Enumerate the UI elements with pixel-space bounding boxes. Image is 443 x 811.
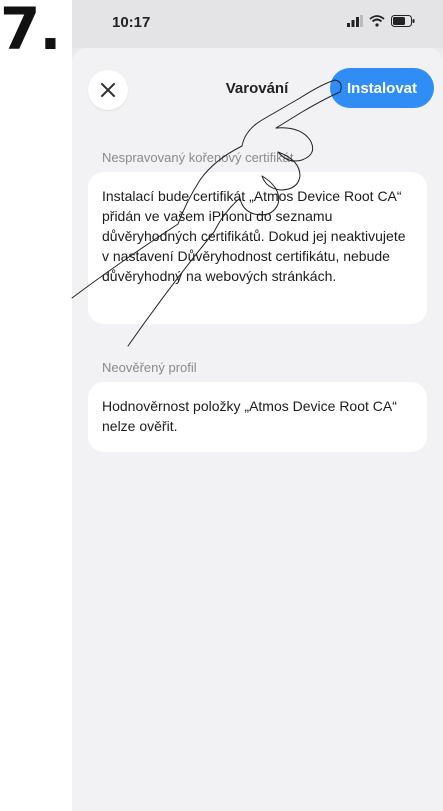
install-button[interactable]: Instalovat xyxy=(330,68,434,108)
card-unverified-profile: Hodnověrnost položky „Atmos Device Root … xyxy=(88,382,427,452)
status-time: 10:17 xyxy=(112,14,151,31)
card-text: Instalací bude certifikát „Atmos Device … xyxy=(102,188,406,284)
close-button[interactable] xyxy=(88,70,128,110)
phone-screen: 10:17 Varování Instalovat Nespravovaný k… xyxy=(72,0,443,811)
battery-icon xyxy=(391,15,415,27)
card-text: Hodnověrnost položky „Atmos Device Root … xyxy=(102,398,397,434)
sheet-title: Varování xyxy=(225,80,289,97)
section-label-unverified-profile: Neověřený profil xyxy=(102,360,197,375)
warning-sheet: Varování Instalovat Nespravovaný kořenov… xyxy=(72,48,443,811)
sheet-header: Varování Instalovat xyxy=(72,48,443,128)
signal-icon xyxy=(347,15,363,27)
status-icons xyxy=(347,15,415,27)
section-label-unmanaged-root-certificate: Nespravovaný kořenový certifikát xyxy=(102,150,294,165)
wifi-icon xyxy=(369,15,385,27)
status-bar: 10:17 xyxy=(72,0,443,48)
close-icon xyxy=(101,83,115,97)
card-unmanaged-root-certificate: Instalací bude certifikát „Atmos Device … xyxy=(88,172,427,324)
step-number: 7. xyxy=(0,0,61,63)
